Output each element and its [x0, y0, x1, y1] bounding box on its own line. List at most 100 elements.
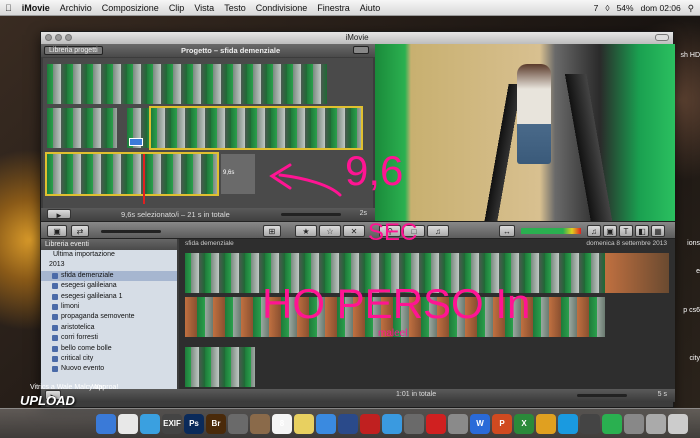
dock-app-icon[interactable]: [668, 413, 688, 434]
project-clip[interactable]: [47, 64, 327, 104]
desktop-icon-label[interactable]: e: [678, 268, 700, 275]
video-viewer[interactable]: [375, 44, 675, 221]
music-browser-button[interactable]: ♫: [587, 225, 601, 237]
apple-icon[interactable]: : [0, 3, 17, 13]
dock-app-icon[interactable]: [426, 413, 446, 434]
event-item[interactable]: esegesi galileiana: [41, 281, 177, 291]
photo-browser-button[interactable]: ▣: [603, 225, 617, 237]
menu-item-archivio[interactable]: Archivio: [55, 3, 97, 13]
close-button[interactable]: [45, 34, 52, 41]
dock-app-icon[interactable]: [646, 413, 666, 434]
dock-app-icon[interactable]: [624, 413, 644, 434]
favorite-button[interactable]: ★: [295, 225, 317, 237]
reject-button[interactable]: ✕: [343, 225, 365, 237]
browser-zoom-slider[interactable]: [577, 394, 627, 397]
dock-app-icon[interactable]: [558, 413, 578, 434]
menu-item-finestra[interactable]: Finestra: [312, 3, 355, 13]
audio-button[interactable]: ♫: [427, 225, 449, 237]
event-item-label: limoni: [61, 302, 80, 310]
dock-app-icon[interactable]: [536, 413, 556, 434]
event-item[interactable]: esegesi galileiana 1: [41, 292, 177, 302]
wifi-icon[interactable]: ◊: [605, 3, 609, 13]
event-item[interactable]: bello come bolle: [41, 344, 177, 354]
minimize-button[interactable]: [55, 34, 62, 41]
dock-app-icon[interactable]: Ps: [184, 413, 204, 434]
dock-app-icon[interactable]: [118, 413, 138, 434]
dock-app-icon[interactable]: Br: [206, 413, 226, 434]
event-clip[interactable]: [185, 253, 605, 293]
dock-app-icon[interactable]: W: [470, 413, 490, 434]
dock-app-icon[interactable]: [448, 413, 468, 434]
menu-item-testo[interactable]: Testo: [219, 3, 251, 13]
event-browser[interactable]: sfida demenziale domenica 8 settembre 20…: [179, 239, 675, 389]
transition-browser-button[interactable]: ◧: [635, 225, 649, 237]
keyword-button[interactable]: ⚲: [379, 225, 401, 237]
project-clip-selected[interactable]: [149, 106, 363, 150]
event-item[interactable]: sfida demenziale: [41, 270, 177, 282]
event-item[interactable]: 2013: [41, 260, 177, 270]
dock-app-icon[interactable]: [96, 413, 116, 434]
project-timeline[interactable]: 9,6s: [43, 58, 373, 208]
event-item[interactable]: Ultima importazione: [41, 250, 177, 260]
title-browser-button[interactable]: T: [619, 225, 633, 237]
menu-item-condivisione[interactable]: Condivisione: [251, 3, 313, 13]
project-library-button[interactable]: Libreria progetti: [44, 46, 103, 55]
crop-button[interactable]: □: [403, 225, 425, 237]
thumbnail-size-slider[interactable]: [101, 230, 161, 233]
event-item[interactable]: limoni: [41, 302, 177, 312]
dock-app-icon[interactable]: [140, 413, 160, 434]
menu-item-vista[interactable]: Vista: [189, 3, 219, 13]
voiceover-button[interactable]: ↔: [499, 225, 515, 237]
event-item[interactable]: critical city: [41, 354, 177, 364]
dock-app-icon[interactable]: 8: [272, 413, 292, 434]
project-clip-selected[interactable]: [45, 152, 219, 196]
battery-text[interactable]: 54%: [617, 3, 634, 13]
menu-item-aiuto[interactable]: Aiuto: [355, 3, 386, 13]
dock-app-icon[interactable]: P: [492, 413, 512, 434]
dock-app-icon[interactable]: [250, 413, 270, 434]
event-clip[interactable]: [605, 253, 669, 293]
event-item[interactable]: Nuovo evento: [41, 364, 177, 374]
swap-viewer-button[interactable]: [353, 46, 369, 54]
transition-icon[interactable]: [129, 138, 143, 146]
dock-app-icon[interactable]: [382, 413, 402, 434]
event-clip[interactable]: [185, 347, 255, 387]
menu-app-name[interactable]: iMovie: [17, 3, 55, 13]
fullscreen-button[interactable]: [655, 34, 669, 41]
map-browser-button[interactable]: ▦: [651, 225, 665, 237]
dock-app-icon[interactable]: [404, 413, 424, 434]
event-library-list[interactable]: Ultima importazione 2013 sfida demenziale e…: [41, 250, 177, 389]
playhead[interactable]: [143, 154, 145, 204]
add-to-project-button[interactable]: ⊞: [263, 225, 281, 237]
status-badge[interactable]: 7: [594, 3, 599, 13]
menu-item-clip[interactable]: Clip: [164, 3, 190, 13]
camera-import-button[interactable]: ▣: [47, 225, 67, 237]
menu-item-composizione[interactable]: Composizione: [97, 3, 164, 13]
dock-app-icon[interactable]: X: [514, 413, 534, 434]
dock-app-icon[interactable]: [228, 413, 248, 434]
event-item[interactable]: aristotelica: [41, 323, 177, 333]
project-clip[interactable]: [47, 108, 117, 148]
desktop-icon-label[interactable]: p cs6: [678, 307, 700, 314]
zoom-button[interactable]: [65, 34, 72, 41]
clock[interactable]: dom 02:06: [641, 3, 681, 13]
dock-app-icon[interactable]: EXIF: [162, 413, 182, 434]
desktop-icon-label[interactable]: ions: [678, 240, 700, 247]
desktop-icon-label[interactable]: city: [678, 355, 700, 362]
audio-meter: [521, 228, 581, 234]
dock-app-icon[interactable]: [294, 413, 314, 434]
event-clip[interactable]: [185, 297, 605, 337]
dock-app-icon[interactable]: [580, 413, 600, 434]
project-zoom-slider[interactable]: [281, 213, 341, 216]
dock-app-icon[interactable]: [316, 413, 336, 434]
play-fullscreen-button[interactable]: ►: [47, 209, 71, 220]
swap-button[interactable]: ⇄: [71, 225, 89, 237]
dock-app-icon[interactable]: [338, 413, 358, 434]
event-item[interactable]: corri forresti: [41, 333, 177, 343]
desktop-icon-label[interactable]: sh HD: [678, 52, 700, 59]
event-item[interactable]: propaganda semovente: [41, 312, 177, 322]
unmark-button[interactable]: ☆: [319, 225, 341, 237]
search-icon[interactable]: ⚲: [688, 3, 694, 14]
dock-app-icon[interactable]: [360, 413, 380, 434]
dock-app-icon[interactable]: [602, 413, 622, 434]
